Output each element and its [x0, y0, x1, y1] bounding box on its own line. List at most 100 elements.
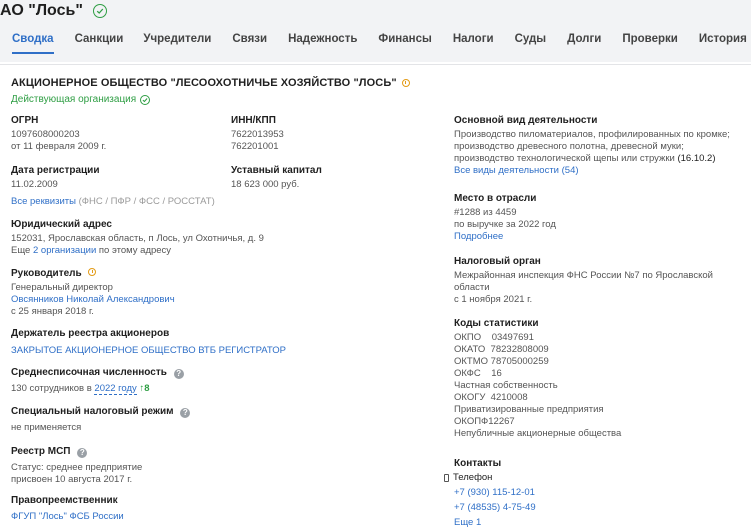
- okpo-code: ОКПО 03497691: [454, 332, 534, 343]
- rank-block: Место в отрасли #1288 из 4459 по выручке…: [454, 193, 744, 243]
- capital-block: Уставный капитал 18 623 000 руб.: [231, 165, 431, 191]
- phone-2-link[interactable]: +7 (48535) 4-75-49: [454, 502, 744, 514]
- inn-label: ИНН/КПП: [231, 115, 276, 126]
- phone-label: Телефон: [453, 472, 493, 483]
- reg-date-value: 11.02.2009: [11, 179, 58, 190]
- inn-value: 7622013953: [231, 129, 284, 140]
- contacts-block: Контакты Телефон +7 (930) 115-12-01 +7 (…: [444, 458, 744, 529]
- requisites-note: (ФНС / ПФР / ФСС / РОССТАТ): [78, 196, 215, 207]
- address-more-suffix: по этому адресу: [98, 245, 172, 256]
- phone-label-row: Телефон: [444, 472, 744, 484]
- phone-icon: [444, 474, 449, 482]
- all-requisites-link[interactable]: Все реквизиты: [11, 196, 76, 207]
- tab-finance[interactable]: Финансы: [378, 30, 431, 54]
- company-name: АО "Лось": [0, 2, 83, 19]
- msp-date: присвоен 10 августа 2017 г.: [11, 474, 133, 485]
- okopf-name: Непубличные акционерные общества: [454, 428, 622, 439]
- requisites-row: Все реквизиты (ФНС / ПФР / ФСС / РОССТАТ…: [11, 196, 431, 208]
- company-title: АО "Лось": [0, 2, 107, 20]
- ogrn-value: 1097608000203: [11, 129, 80, 140]
- activity-code: (16.10.2): [677, 153, 716, 164]
- activity-label: Основной вид деятельности: [454, 115, 598, 126]
- help-icon[interactable]: ?: [77, 448, 88, 458]
- tab-summary[interactable]: Сводка: [12, 30, 54, 54]
- tax-org-block: Налоговый орган Межрайонная инспекция ФН…: [454, 256, 744, 306]
- staff-label: Среднесписочная численность ?: [11, 367, 431, 379]
- tab-links[interactable]: Связи: [232, 30, 267, 54]
- tax-org-value: Межрайонная инспекция ФНС России №7 по Я…: [454, 270, 713, 293]
- address-orgs-link[interactable]: 2 организации: [33, 245, 96, 256]
- okfs-code: ОКФС 16: [454, 368, 502, 379]
- ogrn-date: от 11 февраля 2009 г.: [11, 141, 107, 152]
- staff-year-link[interactable]: 2022 году: [94, 383, 137, 395]
- org-header: АКЦИОНЕРНОЕ ОБЩЕСТВО "ЛЕСООХОТНИЧЬЕ ХОЗЯ…: [11, 77, 410, 105]
- tax-regime-label: Специальный налоговый режим ?: [11, 406, 431, 418]
- tab-taxes[interactable]: Налоги: [453, 30, 494, 54]
- stat-codes-block: Коды статистики ОКПО 03497691 ОКАТО 7823…: [454, 318, 744, 440]
- okato-code: ОКАТО 78232808009: [454, 344, 549, 355]
- rank-label: Место в отрасли: [454, 193, 537, 204]
- tab-sanctions[interactable]: Санкции: [75, 30, 124, 54]
- staff-block: Среднесписочная численность ? 130 сотруд…: [11, 367, 431, 395]
- head-role: Генеральный директор: [11, 282, 113, 293]
- predecessor-link[interactable]: ФГУП "Лось" ФСБ России: [11, 511, 431, 523]
- check-icon: [140, 94, 151, 105]
- rank-value: #1288 из 4459: [454, 207, 517, 218]
- tab-history[interactable]: История: [699, 30, 747, 54]
- tab-reliability[interactable]: Надежность: [288, 30, 357, 54]
- help-icon[interactable]: ?: [173, 369, 184, 379]
- staff-value: 130 сотрудников в 2022 году ↑8: [11, 383, 431, 395]
- head-label-text: Руководитель: [11, 268, 82, 279]
- more-contacts-link[interactable]: Еще 1: [454, 517, 744, 529]
- msp-block: Реестр МСП ? Статус: среднее предприятие…: [11, 446, 431, 486]
- ogrn-label: ОГРН: [11, 115, 39, 126]
- address-label: Юридический адрес: [11, 219, 112, 230]
- reg-date-label: Дата регистрации: [11, 165, 100, 176]
- msp-label-text: Реестр МСП: [11, 446, 71, 457]
- tax-org-label: Налоговый орган: [454, 256, 541, 267]
- staff-delta: ↑8: [139, 383, 150, 394]
- staff-prefix: 130 сотрудников в: [11, 383, 92, 394]
- org-full-name-text: АКЦИОНЕРНОЕ ОБЩЕСТВО "ЛЕСООХОТНИЧЬЕ ХОЗЯ…: [11, 77, 397, 89]
- help-icon[interactable]: ?: [180, 408, 191, 418]
- registrar-link[interactable]: ЗАКРЫТОЕ АКЦИОНЕРНОЕ ОБЩЕСТВО ВТБ РЕГИСТ…: [11, 345, 431, 357]
- org-status: Действующая организация: [11, 94, 410, 105]
- rank-details-link[interactable]: Подробнее: [454, 231, 744, 243]
- tax-regime-label-text: Специальный налоговый режим: [11, 406, 174, 417]
- head-since: с 25 января 2018 г.: [11, 306, 94, 317]
- registrar-label: Держатель реестра акционеров: [11, 328, 170, 339]
- activity-value: Производство пиломатериалов, профилирова…: [454, 129, 744, 165]
- head-label: Руководитель: [11, 268, 431, 279]
- clock-icon[interactable]: [88, 268, 97, 276]
- tab-debts[interactable]: Долги: [567, 30, 601, 54]
- all-activities-link[interactable]: Все виды деятельности (54): [454, 165, 744, 177]
- predecessor-block: Правопреемственник ФГУП "Лось" ФСБ Росси…: [11, 495, 431, 523]
- reg-date-block: Дата регистрации 11.02.2009: [11, 165, 221, 191]
- company-header: АО "Лось" Сводка Санкции Учредители Связ…: [0, 0, 751, 62]
- oktmo-code: ОКТМО 78705000259: [454, 356, 549, 367]
- phone-1-link[interactable]: +7 (930) 115-12-01: [454, 487, 744, 499]
- msp-status: Статус: среднее предприятие: [11, 462, 143, 473]
- tax-regime-value: не применяется: [11, 422, 82, 433]
- org-full-name: АКЦИОНЕРНОЕ ОБЩЕСТВО "ЛЕСООХОТНИЧЬЕ ХОЗЯ…: [11, 77, 410, 89]
- address-block: Юридический адрес 152031, Ярославская об…: [11, 219, 431, 257]
- address-more-prefix: Еще: [11, 245, 31, 256]
- predecessor-label: Правопреемственник: [11, 495, 118, 506]
- summary-card: АКЦИОНЕРНОЕ ОБЩЕСТВО "ЛЕСООХОТНИЧЬЕ ХОЗЯ…: [0, 64, 751, 530]
- staff-label-text: Среднесписочная численность: [11, 367, 167, 378]
- msp-label: Реестр МСП ?: [11, 446, 431, 458]
- capital-label: Уставный капитал: [231, 165, 322, 176]
- tax-org-since: с 1 ноября 2021 г.: [454, 294, 533, 305]
- tab-courts[interactable]: Суды: [515, 30, 547, 54]
- inn-block: ИНН/КПП 7622013953 762201001: [231, 115, 431, 153]
- status-text: Действующая организация: [11, 94, 137, 105]
- contacts-label: Контакты: [454, 458, 502, 469]
- okogu-name: Приватизированные предприятия: [454, 404, 604, 415]
- tab-inspections[interactable]: Проверки: [622, 30, 677, 54]
- clock-icon[interactable]: [401, 79, 410, 87]
- okogu-code: ОКОГУ 4210008: [454, 392, 528, 403]
- tab-founders[interactable]: Учредители: [143, 30, 211, 54]
- kpp-value: 762201001: [231, 141, 279, 152]
- verified-check-icon: [92, 4, 107, 18]
- head-name-link[interactable]: Овсянников Николай Александрович: [11, 294, 431, 306]
